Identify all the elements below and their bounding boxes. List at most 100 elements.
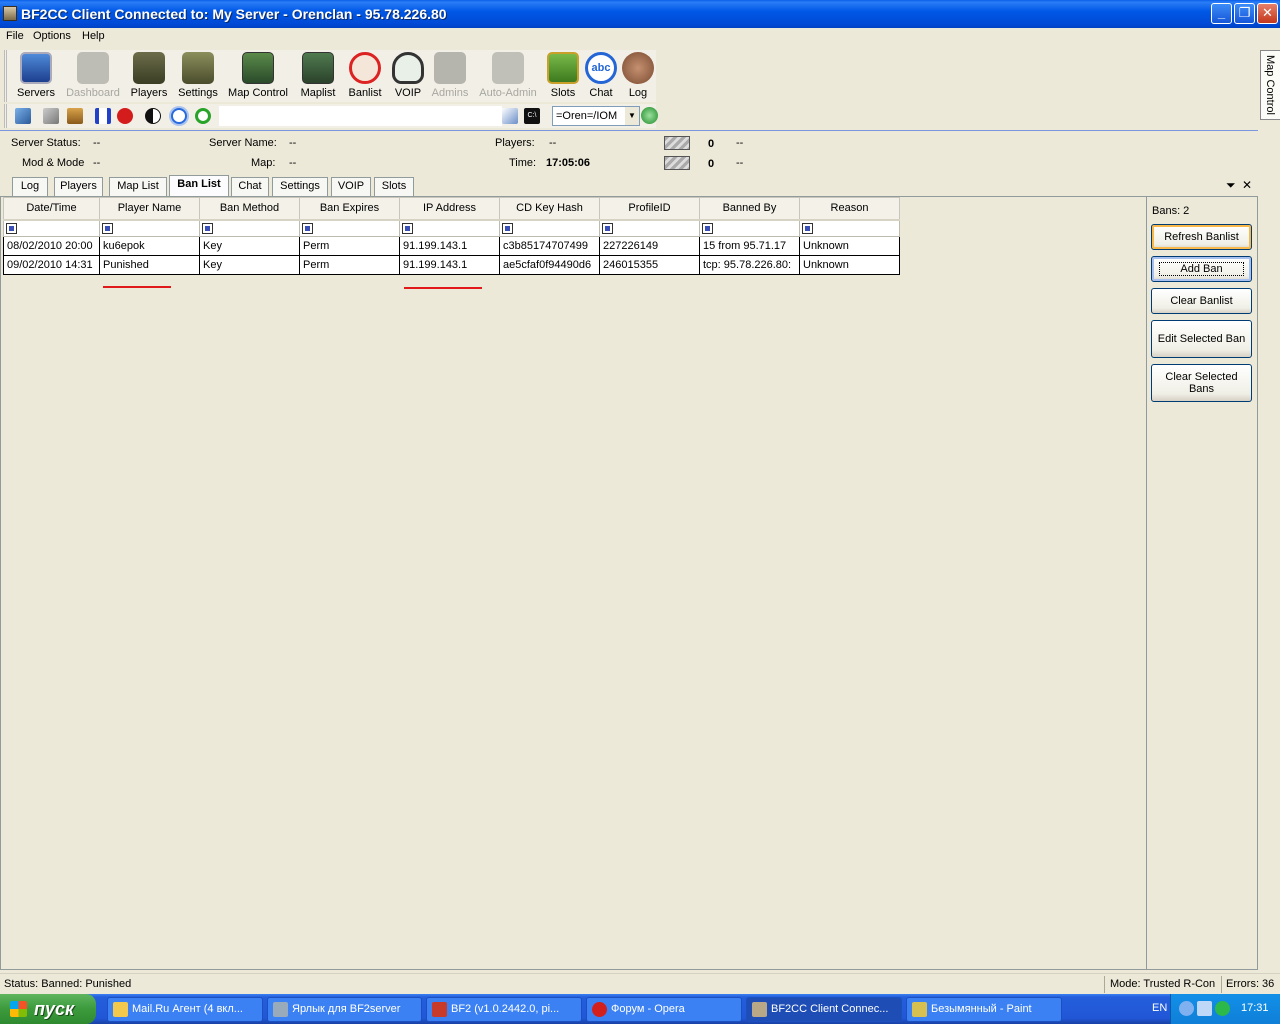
tab-dropdown-icon[interactable]: ⏷ [1226, 178, 1236, 193]
menu-file[interactable]: File [6, 30, 24, 42]
taskbar-item-paint[interactable]: Безымянный - Paint [906, 997, 1062, 1022]
cell-ban-expires[interactable]: Perm [299, 255, 400, 275]
filter-icon[interactable] [202, 222, 213, 234]
cell-ban-method[interactable]: Key [199, 236, 300, 256]
filter-cell[interactable] [799, 219, 900, 237]
toolbar-maplist-button[interactable]: Maplist [295, 50, 341, 102]
stop-icon[interactable] [117, 108, 133, 124]
language-indicator[interactable]: EN [1152, 1002, 1167, 1014]
filter-cell[interactable] [3, 219, 100, 237]
pause-icon[interactable] [95, 108, 111, 124]
close-button[interactable]: ✕ [1257, 3, 1278, 24]
column-header-ban-expires[interactable]: Ban Expires [299, 197, 400, 221]
toolbar-map-control-button[interactable]: Map Control [225, 50, 291, 102]
cell-reason[interactable]: Unknown [799, 255, 900, 275]
filter-icon[interactable] [402, 222, 413, 234]
clock-icon[interactable] [171, 108, 187, 124]
taskbar-item-mail-agent[interactable]: Mail.Ru Агент (4 вкл... [107, 997, 263, 1022]
taskbar-item-bf2server[interactable]: Ярлык для BF2server [267, 997, 422, 1022]
cell-cd-key-hash[interactable]: ae5cfaf0f94490d6 [499, 255, 600, 275]
tab-chat[interactable]: Chat [231, 177, 269, 196]
toolbar-dashboard-button[interactable]: Dashboard [63, 50, 123, 102]
column-header-profile-id[interactable]: ProfileID [599, 197, 700, 221]
map-control-side-tab[interactable]: Map Control [1260, 50, 1280, 120]
stamp-icon[interactable] [67, 108, 83, 124]
filter-icon[interactable] [302, 222, 313, 234]
toolbar-servers-button[interactable]: Servers [10, 50, 62, 102]
command-input[interactable] [219, 106, 502, 126]
send-command-icon[interactable] [502, 108, 518, 124]
cell-ban-method[interactable]: Key [199, 255, 300, 275]
menu-options[interactable]: Options [33, 30, 71, 42]
yin-yang-icon[interactable] [145, 108, 161, 124]
filter-cell[interactable] [199, 219, 300, 237]
cell-player-name[interactable]: Punished [99, 255, 200, 275]
taskbar-item-opera[interactable]: Форум - Opera [586, 997, 742, 1022]
filter-icon[interactable] [6, 222, 17, 234]
tab-ban-list[interactable]: Ban List [169, 175, 229, 196]
filter-icon[interactable] [702, 222, 713, 234]
minimize-button[interactable]: _ [1211, 3, 1232, 24]
add-ban-button[interactable]: Add Ban [1151, 256, 1252, 282]
cell-banned-by[interactable]: 15 from 95.71.17 [699, 236, 800, 256]
go-icon[interactable] [641, 107, 658, 124]
toolbar-admins-button[interactable]: Admins [427, 50, 473, 102]
connect-icon[interactable] [15, 108, 31, 124]
filter-cell[interactable] [299, 219, 400, 237]
tab-close-icon[interactable]: ✕ [1242, 178, 1252, 192]
toolbar-auto-admin-button[interactable]: Auto-Admin [475, 50, 541, 102]
toolbar-settings-button[interactable]: Settings [173, 50, 223, 102]
cell-banned-by[interactable]: tcp: 95.78.226.80: [699, 255, 800, 275]
column-header-player-name[interactable]: Player Name [99, 197, 200, 221]
clear-selected-bans-button[interactable]: Clear Selected Bans [1151, 364, 1252, 402]
cell-date-time[interactable]: 09/02/2010 14:31 [3, 255, 100, 275]
tab-settings[interactable]: Settings [272, 177, 328, 196]
console-icon[interactable]: C:\ [524, 108, 540, 124]
column-header-ip-address[interactable]: IP Address [399, 197, 500, 221]
filter-icon[interactable] [602, 222, 613, 234]
cell-profile-id[interactable]: 246015355 [599, 255, 700, 275]
table-row[interactable]: 08/02/2010 20:00 ku6epok Key Perm 91.199… [3, 236, 900, 256]
toolbar-banlist-button[interactable]: Banlist [343, 50, 387, 102]
tab-slots[interactable]: Slots [374, 177, 414, 196]
disconnect-icon[interactable] [43, 108, 59, 124]
taskbar-item-bf2[interactable]: BF2 (v1.0.2442.0, pi... [426, 997, 582, 1022]
toolbar-slots-button[interactable]: Slots [543, 50, 583, 102]
restore-button[interactable]: ❐ [1234, 3, 1255, 24]
tray-arrow-icon[interactable] [1179, 1001, 1194, 1016]
filter-cell[interactable] [599, 219, 700, 237]
player-select[interactable]: =Oren=/IOM ▼ [552, 106, 640, 126]
filter-cell[interactable] [399, 219, 500, 237]
cell-reason[interactable]: Unknown [799, 236, 900, 256]
tab-map-list[interactable]: Map List [109, 177, 167, 196]
filter-icon[interactable] [102, 222, 113, 234]
edit-selected-ban-button[interactable]: Edit Selected Ban [1151, 320, 1252, 358]
column-header-cd-key-hash[interactable]: CD Key Hash [499, 197, 600, 221]
cell-cd-key-hash[interactable]: c3b85174707499 [499, 236, 600, 256]
filter-cell[interactable] [499, 219, 600, 237]
column-header-ban-method[interactable]: Ban Method [199, 197, 300, 221]
cell-ban-expires[interactable]: Perm [299, 236, 400, 256]
mail-agent-tray-icon[interactable] [1215, 1001, 1230, 1016]
clear-banlist-button[interactable]: Clear Banlist [1151, 288, 1252, 314]
cell-player-name[interactable]: ku6epok [99, 236, 200, 256]
tab-players[interactable]: Players [54, 177, 103, 196]
refresh-banlist-button[interactable]: Refresh Banlist [1151, 224, 1252, 250]
filter-cell[interactable] [99, 219, 200, 237]
start-button[interactable]: пуск [0, 994, 96, 1024]
column-header-banned-by[interactable]: Banned By [699, 197, 800, 221]
column-header-reason[interactable]: Reason [799, 197, 900, 221]
toolbar-voip-button[interactable]: VOIP [389, 50, 427, 102]
cell-ip-address[interactable]: 91.199.143.1 [399, 236, 500, 256]
refresh-icon[interactable] [195, 108, 211, 124]
filter-cell[interactable] [699, 219, 800, 237]
table-row[interactable]: 09/02/2010 14:31 Punished Key Perm 91.19… [3, 255, 900, 275]
column-header-date-time[interactable]: Date/Time [3, 197, 100, 221]
cell-ip-address[interactable]: 91.199.143.1 [399, 255, 500, 275]
menu-help[interactable]: Help [82, 30, 105, 42]
filter-icon[interactable] [802, 222, 813, 234]
tab-voip[interactable]: VOIP [331, 177, 371, 196]
toolbar-chat-button[interactable]: abc Chat [583, 50, 619, 102]
toolbar-log-button[interactable]: Log [619, 50, 657, 102]
tab-log[interactable]: Log [12, 177, 48, 196]
